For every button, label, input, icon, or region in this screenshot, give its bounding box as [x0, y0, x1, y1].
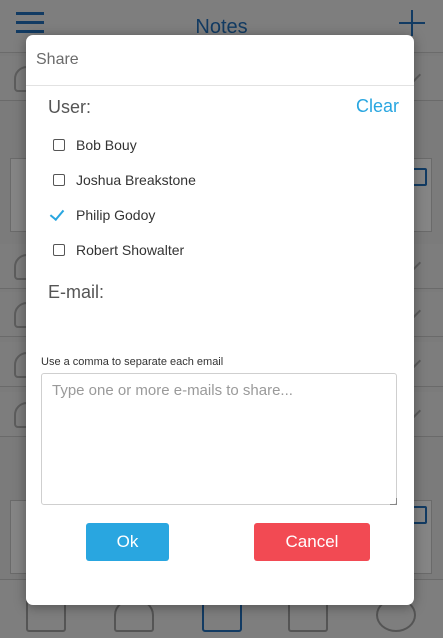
user-name: Bob Bouy	[76, 137, 137, 153]
email-section-label: E-mail:	[48, 282, 105, 302]
share-dialog: Share User: Clear Bob Bouy Joshua Breaks…	[26, 35, 414, 605]
add-note-icon[interactable]	[399, 8, 425, 38]
user-option-joshua-breakstone[interactable]: Joshua Breakstone	[52, 170, 352, 192]
user-option-robert-showalter[interactable]: Robert Showalter	[52, 240, 352, 262]
dialog-header: Share	[26, 35, 414, 86]
ok-button[interactable]: Ok	[86, 523, 169, 561]
email-hint: Use a comma to separate each email	[41, 356, 224, 368]
user-option-bob-bouy[interactable]: Bob Bouy	[52, 135, 352, 157]
email-input[interactable]	[41, 373, 397, 505]
checkmark-icon[interactable]	[49, 205, 65, 222]
dialog-title: Share	[36, 51, 79, 68]
user-section-label: User:	[48, 97, 92, 117]
user-name: Joshua Breakstone	[76, 172, 196, 188]
user-name: Philip Godoy	[76, 207, 156, 223]
checkbox[interactable]	[53, 174, 65, 186]
cancel-button[interactable]: Cancel	[254, 523, 370, 561]
clear-link[interactable]: Clear	[356, 96, 399, 117]
user-name: Robert Showalter	[76, 242, 185, 258]
user-option-philip-godoy[interactable]: Philip Godoy	[49, 205, 352, 227]
checkbox[interactable]	[53, 244, 65, 256]
checkbox[interactable]	[53, 139, 65, 151]
